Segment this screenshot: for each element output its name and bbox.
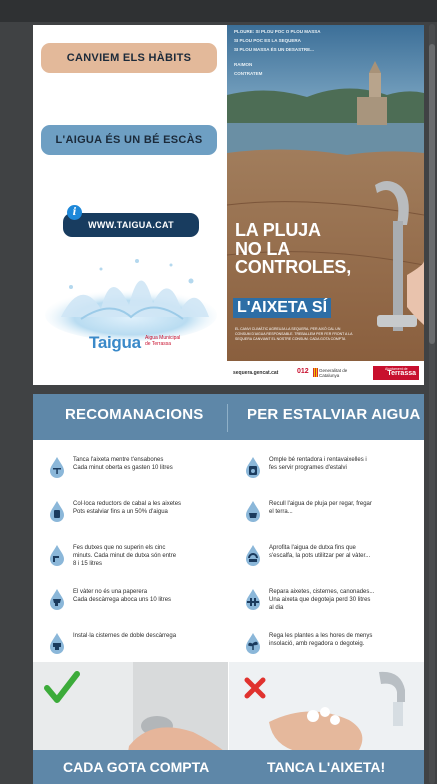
generalitat-flag-icon	[313, 368, 318, 377]
scroll-thumb[interactable]	[429, 44, 435, 344]
viewer-toolbar	[0, 0, 437, 22]
toilet-drop-icon	[50, 589, 64, 610]
cistern-drop-icon	[50, 633, 64, 654]
terrassa-logo-small: Ajuntament de	[385, 367, 408, 371]
water-scarce-banner: L'AIGUA ÉS UN BÉ ESCÀS	[41, 125, 217, 155]
title-line: CONTROLES,	[235, 257, 352, 277]
tip-item: Recull l'aigua de pluja per regar, frega…	[243, 498, 424, 542]
info-icon: i	[67, 205, 82, 220]
shower-reuse-drop-icon	[246, 545, 260, 566]
website-link[interactable]: WWW.TAIGUA.CAT	[63, 213, 199, 237]
header-left-title: RECOMANACIONS	[65, 406, 204, 423]
header-right-title: PER ESTALVIAR AIGUA	[247, 406, 421, 423]
terrassa-logo: Ajuntament de Terrassa	[373, 366, 419, 380]
tip-text: Omple bé rentadora i rentavaixelles i fe…	[269, 457, 367, 471]
tip-item: Repara aixetes, cisternes, canonades... …	[243, 586, 424, 630]
bottom-label-right: TANCA L'AIXETA!	[267, 759, 386, 775]
tip-text: Tanca l'aixeta mentre t'ensabones Cada m…	[73, 457, 173, 471]
scrollbar[interactable]	[429, 24, 435, 784]
water-splash-image	[45, 259, 217, 341]
tip-item: Col·loca reductors de cabal a les aixete…	[47, 498, 237, 542]
generalitat-logo: Generalitat de Catalunya	[319, 368, 348, 378]
tip-text: Aprofita l'aigua de dutxa fins que s'esc…	[269, 545, 371, 559]
lake-quote-line: SI PLOU MASSA ÉS UN DESASTRE...	[234, 47, 314, 52]
tip-item: Omple bé rentadora i rentavaixelles i fe…	[243, 454, 424, 498]
tip-text: Col·loca reductors de cabal a les aixete…	[73, 501, 182, 515]
pipes-drop-icon	[246, 589, 260, 610]
lake-quote-author: CONTRATEM	[234, 71, 263, 76]
taigua-logo: Taigua	[89, 333, 141, 352]
lake-quote-line: PLOURE: SI PLOU POC O PLOU MASSA	[234, 29, 321, 34]
recommendations-header: RECOMANACIONS PER ESTALVIAR AIGUA	[33, 394, 424, 440]
shower-drop-icon	[50, 457, 64, 478]
title-line: LA PLUJA	[235, 220, 321, 240]
tips-right-column: Omple bé rentadora i rentavaixelles i fe…	[243, 454, 424, 674]
tip-item: Aprofita l'aigua de dutxa fins que s'esc…	[243, 542, 424, 586]
taigua-logo-subtitle: Aigua Municipal de Terrassa	[145, 335, 181, 347]
page-2: RECOMANACIONS PER ESTALVIAR AIGUA Tanca …	[33, 394, 424, 784]
tip-text: Repara aixetes, cisternes, canonades... …	[269, 589, 375, 611]
tip-text: El vàter no és una paperera Cada descàrr…	[73, 589, 172, 603]
tip-text: Recull l'aigua de pluja per regar, frega…	[269, 501, 372, 515]
tips-left-column: Tanca l'aixeta mentre t'ensabones Cada m…	[47, 454, 237, 674]
rain-collect-drop-icon	[246, 501, 260, 522]
bottom-photos: CADA GOTA COMPTA TANCA L'AIXETA!	[33, 662, 424, 784]
pdf-viewer: CANVIEM ELS HÀBITS L'AIGUA ÉS UN BÉ ESCÀ…	[0, 0, 437, 784]
title-line: NO LA	[235, 238, 290, 259]
page-1: CANVIEM ELS HÀBITS L'AIGUA ÉS UN BÉ ESCÀ…	[33, 25, 424, 385]
footer-phone: 012	[297, 368, 309, 375]
bottom-label-left: CADA GOTA COMPTA	[63, 759, 210, 775]
page1-left-panel: CANVIEM ELS HÀBITS L'AIGUA ÉS UN BÉ ESCÀ…	[33, 25, 227, 385]
lake-quote-line: SI PLOU POC ES LA SEQUERA	[234, 38, 301, 43]
tip-item: Tanca l'aixeta mentre t'ensabones Cada m…	[47, 454, 237, 498]
tip-item: Fes dutxes que no superin els cinc minut…	[47, 542, 237, 586]
tip-text: Rega les plantes a les hores de menys in…	[269, 633, 373, 647]
header-divider	[227, 404, 228, 432]
shower-timer-drop-icon	[50, 545, 64, 566]
lake-quote-author: RAIMON	[234, 62, 253, 67]
tip-text: Fes dutxes que no superin els cinc minut…	[73, 545, 177, 567]
page1-right-panel: PLOURE: SI PLOU POC O PLOU MASSA SI PLOU…	[227, 25, 424, 385]
tip-text: Instal·la cisternes de doble descàrrega	[73, 633, 177, 639]
campaign-small-print: EL CANVI CLIMÀTIC AGREUJA LA SEQUERA. PE…	[235, 327, 353, 341]
campaign-title: LA PLUJA NO LA CONTROLES,	[235, 221, 351, 277]
page1-footer: sequera.gencat.cat 012 Generalitat de Ca…	[227, 361, 424, 385]
footer-url[interactable]: sequera.gencat.cat	[233, 370, 278, 376]
habits-banner: CANVIEM ELS HÀBITS	[41, 43, 217, 73]
flow-reducer-drop-icon	[50, 501, 64, 522]
campaign-highlight: L'AIXETA SÍ	[233, 298, 332, 318]
terrassa-logo-text: Terrassa	[387, 370, 416, 377]
tip-item: El vàter no és una paperera Cada descàrr…	[47, 586, 237, 630]
plant-drop-icon	[246, 633, 260, 654]
dishwasher-drop-icon	[246, 457, 260, 478]
lake-quote: PLOURE: SI PLOU POC O PLOU MASSA SI PLOU…	[234, 27, 321, 78]
